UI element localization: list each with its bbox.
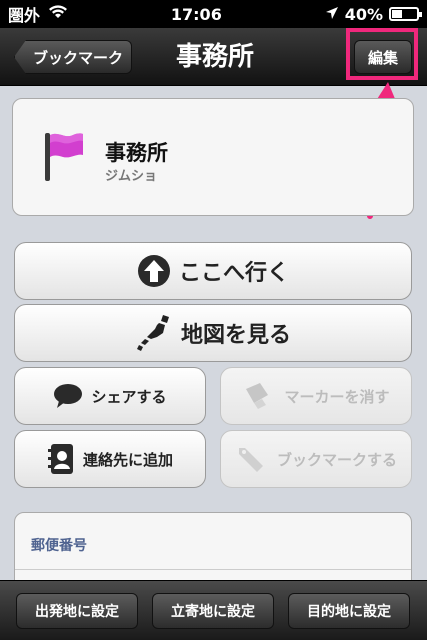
eraser-icon [246,383,269,409]
address-book-icon [47,444,73,474]
view-map-button[interactable]: 地図を見る [14,304,412,362]
up-arrow-icon [137,255,170,287]
add-contact-label: 連絡先に追加 [82,450,173,469]
view-map-label: 地図を見る [180,323,291,348]
carrier-label: 圏外 [8,6,41,25]
place-name: 事務所 [105,141,168,165]
set-destination-button[interactable]: 目的地に設定 [288,593,410,629]
back-button[interactable]: ブックマーク [14,40,132,74]
battery-icon [389,7,422,21]
bookmark-label: ブックマークする [276,450,397,469]
edit-highlight-box [346,28,418,80]
place-reading: ジムショ [105,169,158,184]
share-button[interactable]: シェアする [14,367,206,425]
bookmark-button[interactable]: ブックマークする [220,430,412,488]
battery-percent: 40% [344,4,383,24]
clock: 17:06 [170,4,222,24]
status-bar: 圏外 17:06 40% [0,0,427,28]
remove-marker-button[interactable]: マーカーを消す [220,367,412,425]
share-label: シェアする [91,387,167,406]
postal-code-label: 郵便番号 [31,538,87,554]
go-here-button[interactable]: ここへ行く [14,242,412,300]
flag-icon [45,133,83,181]
set-waypoint-button[interactable]: 立寄地に設定 [152,593,274,629]
divider [15,569,411,570]
japan-map-icon [136,315,169,351]
location-arrow-icon [325,5,339,24]
bottom-toolbar: 出発地に設定 立寄地に設定 目的地に設定 [0,580,427,640]
add-contact-button[interactable]: 連絡先に追加 [14,430,206,488]
bookmark-tag-icon [238,448,263,472]
remove-marker-label: マーカーを消す [284,387,390,406]
go-here-label: ここへ行く [178,261,289,286]
wifi-icon [48,4,68,24]
place-header-card: 事務所 ジムショ [12,98,414,216]
speech-bubble-icon [54,384,83,408]
set-origin-button[interactable]: 出発地に設定 [16,593,138,629]
page-title: 事務所 [175,42,254,72]
